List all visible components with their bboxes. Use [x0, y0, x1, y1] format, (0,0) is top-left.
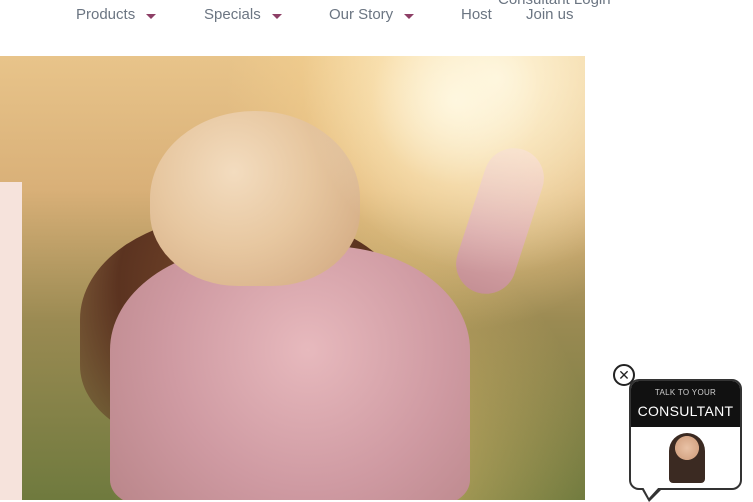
nav-item-specials[interactable]: Specials: [204, 6, 282, 23]
nav-item-our-story[interactable]: Our Story: [329, 6, 415, 23]
side-accent-strip: [0, 182, 22, 500]
consultant-avatar: [669, 433, 705, 483]
nav-item-label: Specials: [204, 6, 261, 23]
nav-item-host[interactable]: Host: [461, 6, 492, 23]
nav-item-label: Products: [76, 6, 136, 23]
widget-consultant-label: CONSULTANT: [637, 403, 734, 419]
nav-item-label: Host: [461, 6, 492, 23]
caret-down-icon: [271, 13, 282, 19]
speech-bubble-tail-inner: [643, 487, 659, 498]
caret-down-icon: [404, 13, 415, 19]
nav-item-products[interactable]: Products: [76, 6, 157, 23]
nav-item-label: Join us: [526, 6, 574, 23]
caret-down-icon: [146, 13, 157, 19]
nav-item-join-us[interactable]: Join us: [526, 6, 574, 23]
hero-sun-glow: [0, 56, 585, 500]
talk-to-consultant-widget[interactable]: TALK TO YOUR CONSULTANT: [629, 379, 742, 502]
nav-item-label: Our Story: [329, 6, 394, 23]
widget-talk-label: TALK TO YOUR: [654, 388, 717, 397]
consultant-login-link[interactable]: Consultant Login: [498, 0, 611, 8]
top-navigation: Products Specials Our Story Host Join us…: [0, 0, 753, 56]
hero-image: [0, 56, 585, 500]
